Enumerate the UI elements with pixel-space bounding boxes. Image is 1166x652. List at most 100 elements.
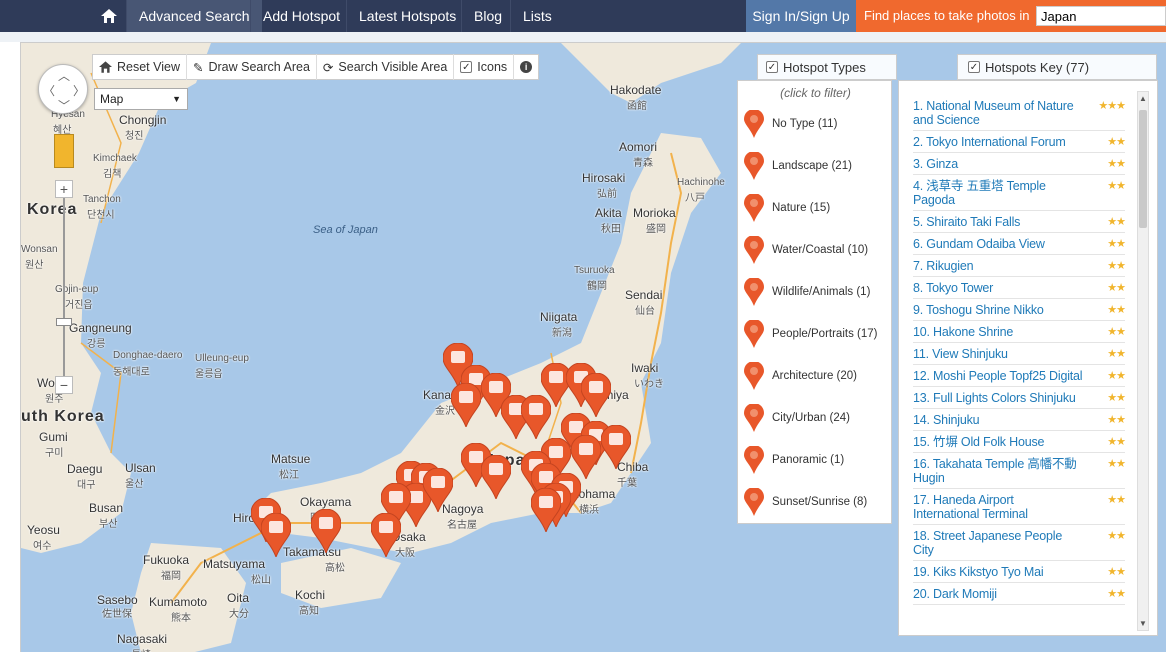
hotspot-key-item[interactable]: 13. Full Lights Colors Shinjuku ★★ bbox=[913, 387, 1126, 409]
hotspot-link[interactable]: 18. Street Japanese People City bbox=[913, 529, 1083, 557]
hotspot-link[interactable]: 14. Shinjuku bbox=[913, 413, 1083, 427]
type-filter-1[interactable]: Landscape (21) bbox=[744, 151, 852, 181]
hotspot-key-item[interactable]: 4. 浅草寺 五重塔 Temple Pagoda ★★ bbox=[913, 175, 1126, 211]
rating-stars: ★★ bbox=[1107, 348, 1126, 360]
hotspot-link[interactable]: 12. Moshi People Topf25 Digital bbox=[913, 369, 1083, 383]
hotspot-key-item[interactable]: 17. Haneda Airport International Termina… bbox=[913, 489, 1126, 525]
hotspot-key-item[interactable]: 11. View Shinjuku ★★ bbox=[913, 343, 1126, 365]
type-filter-3[interactable]: Water/Coastal (10) bbox=[744, 235, 868, 265]
hotspot-key-item[interactable]: 1. National Museum of Nature and Science… bbox=[913, 95, 1126, 131]
zoom-slider-thumb[interactable] bbox=[56, 318, 72, 326]
hotspot-marker-pin-icon[interactable] bbox=[600, 424, 632, 474]
nav-advanced-search[interactable]: Advanced Search bbox=[126, 0, 262, 32]
hotspot-key-item[interactable]: 9. Toshogu Shrine Nikko ★★ bbox=[913, 299, 1126, 321]
hotspot-link[interactable]: 2. Tokyo International Forum bbox=[913, 135, 1083, 149]
hotspot-key-item[interactable]: 2. Tokyo International Forum ★★ bbox=[913, 131, 1126, 153]
location-search-input[interactable] bbox=[1036, 6, 1166, 26]
hotspot-link[interactable]: 6. Gundam Odaiba View bbox=[913, 237, 1083, 251]
map-label: uth Korea bbox=[21, 408, 105, 425]
signin-button[interactable]: Sign In/Sign Up bbox=[746, 0, 856, 32]
hotspot-link[interactable]: 16. Takahata Temple 高幡不動 Hugin bbox=[913, 457, 1083, 485]
zoom-out-button[interactable]: − bbox=[55, 376, 73, 394]
hotspot-key-item[interactable]: 19. Kiks Kikstyo Tyo Mai ★★ bbox=[913, 561, 1126, 583]
hotspot-link[interactable]: 7. Rikugien bbox=[913, 259, 1083, 273]
hotspot-marker-pin-icon[interactable] bbox=[310, 508, 342, 558]
type-filter-5[interactable]: People/Portraits (17) bbox=[744, 319, 877, 349]
hotspot-link[interactable]: 20. Dark Momiji bbox=[913, 587, 1083, 601]
hotspot-key-item[interactable]: 7. Rikugien ★★ bbox=[913, 255, 1126, 277]
hotspot-types-toggle[interactable]: ✓ Hotspot Types bbox=[757, 54, 897, 80]
hotspot-key-item[interactable]: 6. Gundam Odaiba View ★★ bbox=[913, 233, 1126, 255]
draw-search-area-button[interactable]: ✎ Draw Search Area bbox=[187, 54, 317, 80]
type-filter-7[interactable]: City/Urban (24) bbox=[744, 403, 850, 433]
nav-add-hotspot[interactable]: Add Hotspot bbox=[250, 0, 352, 32]
hotspot-key-item[interactable]: 14. Shinjuku ★★ bbox=[913, 409, 1126, 431]
nav-latest-hotspots[interactable]: Latest Hotspots bbox=[346, 0, 468, 32]
type-filter-0[interactable]: No Type (11) bbox=[744, 109, 837, 139]
hotspot-types-checkbox[interactable]: ✓ bbox=[766, 61, 778, 73]
hotspot-link[interactable]: 17. Haneda Airport International Termina… bbox=[913, 493, 1083, 521]
info-button[interactable]: i bbox=[514, 54, 538, 80]
hotspot-key-item[interactable]: 5. Shiraito Taki Falls ★★ bbox=[913, 211, 1126, 233]
hotspot-link[interactable]: 9. Toshogu Shrine Nikko bbox=[913, 303, 1083, 317]
hotspot-link[interactable]: 4. 浅草寺 五重塔 Temple Pagoda bbox=[913, 179, 1083, 207]
hotspot-link[interactable]: 5. Shiraito Taki Falls bbox=[913, 215, 1083, 229]
hotspot-marker-pin-icon[interactable] bbox=[480, 454, 512, 504]
hotspots-key-toggle[interactable]: ✓ Hotspots Key (77) bbox=[957, 54, 1157, 80]
nav-blog[interactable]: Blog bbox=[461, 0, 514, 32]
hotspot-marker-pin-icon[interactable] bbox=[422, 467, 454, 517]
rating-stars: ★★ bbox=[1107, 414, 1126, 426]
rating-stars: ★★ bbox=[1107, 136, 1126, 148]
hotspot-link[interactable]: 8. Tokyo Tower bbox=[913, 281, 1083, 295]
hotspots-key-checkbox[interactable]: ✓ bbox=[968, 61, 980, 73]
map-label: 울릉읍 bbox=[195, 369, 223, 380]
reset-view-button[interactable]: Reset View bbox=[93, 54, 187, 80]
scrollbar-thumb[interactable] bbox=[1139, 110, 1147, 228]
rating-stars: ★★ bbox=[1107, 216, 1126, 228]
hotspot-key-item[interactable]: 18. Street Japanese People City ★★ bbox=[913, 525, 1126, 561]
hotspot-link[interactable]: 19. Kiks Kikstyo Tyo Mai bbox=[913, 565, 1083, 579]
hotspot-link[interactable]: 10. Hakone Shrine bbox=[913, 325, 1083, 339]
hotspot-marker-pin-icon[interactable] bbox=[530, 487, 562, 537]
hotspot-link[interactable]: 1. National Museum of Nature and Science bbox=[913, 99, 1083, 127]
search-visible-area-button[interactable]: ⟳ Search Visible Area bbox=[317, 54, 455, 80]
type-filter-2[interactable]: Nature (15) bbox=[744, 193, 830, 223]
hotspot-key-item[interactable]: 12. Moshi People Topf25 Digital ★★ bbox=[913, 365, 1126, 387]
hotspot-key-item[interactable]: 20. Dark Momiji ★★ bbox=[913, 583, 1126, 605]
hotspot-link[interactable]: 15. 竹塀 Old Folk House bbox=[913, 435, 1083, 449]
hotspot-key-item[interactable]: 15. 竹塀 Old Folk House ★★ bbox=[913, 431, 1126, 453]
hotspot-link[interactable]: 13. Full Lights Colors Shinjuku bbox=[913, 391, 1083, 405]
type-filter-label: Nature (15) bbox=[772, 202, 831, 214]
nav-lists[interactable]: Lists bbox=[510, 0, 564, 32]
hotspot-marker-pin-icon[interactable] bbox=[450, 382, 482, 432]
zoom-control[interactable]: + − bbox=[55, 180, 73, 396]
map-label: 김책 bbox=[103, 169, 122, 180]
key-scrollbar[interactable]: ▲ ▼ bbox=[1137, 91, 1149, 631]
zoom-in-button[interactable]: + bbox=[55, 180, 73, 198]
type-filter-4[interactable]: Wildlife/Animals (1) bbox=[744, 277, 870, 307]
hotspot-key-item[interactable]: 8. Tokyo Tower ★★ bbox=[913, 277, 1126, 299]
hotspot-key-item[interactable]: 16. Takahata Temple 高幡不動 Hugin ★★ bbox=[913, 453, 1126, 489]
hotspot-key-item[interactable]: 3. Ginza ★★ bbox=[913, 153, 1126, 175]
type-filter-8[interactable]: Panoramic (1) bbox=[744, 445, 844, 475]
type-filter-6[interactable]: Architecture (20) bbox=[744, 361, 857, 391]
hotspot-link[interactable]: 3. Ginza bbox=[913, 157, 1083, 171]
hotspot-link[interactable]: 11. View Shinjuku bbox=[913, 347, 1083, 361]
street-view-pegman-icon[interactable] bbox=[54, 134, 74, 168]
icons-checkbox[interactable]: ✓ bbox=[460, 61, 473, 73]
scroll-down-icon[interactable]: ▼ bbox=[1138, 619, 1148, 628]
hotspot-marker-pin-icon[interactable] bbox=[370, 512, 402, 562]
home-button[interactable] bbox=[94, 0, 124, 32]
arch-pin-icon bbox=[744, 361, 764, 390]
hotspots-key-list: 1. National Museum of Nature and Science… bbox=[913, 95, 1126, 605]
reset-view-label: Reset View bbox=[117, 60, 180, 74]
rating-stars: ★★ bbox=[1107, 238, 1126, 250]
icons-toggle[interactable]: ✓ Icons bbox=[454, 54, 515, 80]
hotspot-marker-pin-icon[interactable] bbox=[260, 512, 292, 562]
map-type-select[interactable]: Map ▼ bbox=[94, 88, 188, 110]
pan-control[interactable]: ︿ ﹀ 〈 〉 bbox=[38, 64, 88, 114]
type-filter-9[interactable]: Sunset/Sunrise (8) bbox=[744, 487, 867, 517]
hotspot-key-item[interactable]: 10. Hakone Shrine ★★ bbox=[913, 321, 1126, 343]
scroll-up-icon[interactable]: ▲ bbox=[1138, 94, 1148, 103]
rating-stars: ★★ bbox=[1107, 158, 1126, 170]
